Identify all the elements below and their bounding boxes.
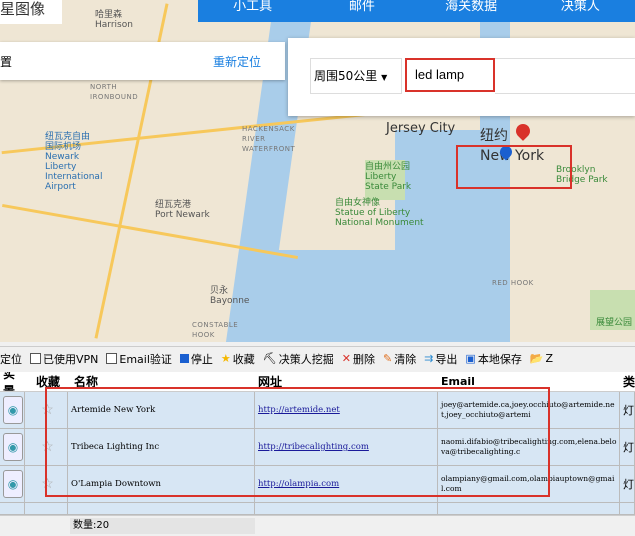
col-header[interactable]: 类 bbox=[620, 372, 635, 391]
export-icon: ⇉ bbox=[424, 352, 434, 365]
map-label: 贝永 Bayonne bbox=[210, 286, 250, 306]
map-label: 纽瓦克自由 国际机场 Newark Liberty International … bbox=[45, 132, 103, 192]
radius-value: 周围50公里 bbox=[314, 69, 378, 83]
nav-item-decision[interactable]: 决策人 bbox=[526, 0, 635, 22]
checkbox-icon bbox=[106, 353, 118, 364]
eraser-icon: ✎ bbox=[382, 352, 393, 365]
nav-item-tools[interactable]: 小工具 bbox=[198, 0, 307, 22]
camera-button[interactable]: ◉ bbox=[3, 396, 23, 424]
relocate-link[interactable]: 重新定位 bbox=[213, 53, 261, 70]
toolbar: 定位 已使用VPN Email验证 停止 ★ 收藏 ⛏ 决策人挖掘 ✕ 删除 ✎ 清除 … bbox=[0, 346, 635, 370]
map-label: HACKENSACK RIVER WATERFRONT bbox=[242, 125, 296, 153]
open-button[interactable]: 📂 Z bbox=[530, 352, 553, 365]
streetview-cell: ◉ bbox=[0, 429, 25, 465]
camera-button[interactable]: ◉ bbox=[3, 470, 23, 498]
map-label: Jersey City bbox=[386, 121, 456, 136]
highlight-box bbox=[456, 145, 572, 189]
keyword-input[interactable]: led lamp bbox=[405, 58, 495, 92]
streetview-cell: ◉ bbox=[0, 466, 25, 502]
search-panel: 周围50公里 ▼ led lamp bbox=[288, 38, 635, 116]
miner-icon: ⛏ bbox=[262, 352, 277, 365]
map-label: NORTH IRONBOUND bbox=[90, 83, 139, 101]
type-cell: 灯 bbox=[620, 392, 635, 428]
streetview-cell: ◉ bbox=[0, 392, 25, 428]
table-row[interactable] bbox=[0, 503, 635, 515]
delete-icon: ✕ bbox=[341, 352, 351, 365]
email-verify-checkbox[interactable]: Email验证 bbox=[106, 351, 172, 367]
locate-label: 定位 bbox=[0, 352, 22, 366]
type-cell: 灯 bbox=[620, 466, 635, 502]
col-header[interactable]: 实景 bbox=[0, 372, 25, 391]
folder-icon: 📂 bbox=[529, 352, 544, 365]
clear-button[interactable]: ✎ 清除 bbox=[383, 351, 416, 367]
map-label: 展望公园 bbox=[596, 318, 633, 328]
input-extension bbox=[495, 58, 635, 94]
map-label: RED HOOK bbox=[492, 279, 534, 287]
local-save-button[interactable]: ▣ 本地保存 bbox=[465, 351, 521, 367]
radius-select[interactable]: 周围50公里 ▼ bbox=[310, 58, 402, 94]
highlight-box bbox=[45, 387, 550, 497]
nav-item-mail[interactable]: 邮件 bbox=[307, 0, 416, 22]
status-bar: 数量:20 bbox=[0, 515, 635, 536]
map-label: 自由女神像 Statue of Liberty National Monumen… bbox=[335, 198, 424, 228]
location-box: 置 重新定位 bbox=[0, 42, 285, 80]
location-text: 置 bbox=[0, 55, 13, 69]
stop-button[interactable]: 停止 bbox=[179, 351, 213, 367]
vpn-checkbox[interactable]: 已使用VPN bbox=[30, 351, 98, 367]
star-icon: ★ bbox=[220, 352, 231, 365]
save-icon: ▣ bbox=[465, 352, 476, 365]
stop-icon bbox=[179, 354, 189, 363]
result-count: 数量:20 bbox=[70, 518, 255, 534]
decision-maker-button[interactable]: ⛏ 决策人挖掘 bbox=[263, 351, 334, 367]
map-label: 自由州公园 Liberty State Park bbox=[365, 162, 412, 192]
favorite-button[interactable]: ★ 收藏 bbox=[221, 351, 255, 367]
brand-title: 星图像 bbox=[0, 0, 62, 24]
checkbox-icon bbox=[30, 353, 41, 364]
map-label: CONSTABLE HOOK bbox=[192, 321, 239, 339]
top-nav: 小工具 邮件 海关数据 决策人 bbox=[198, 0, 635, 22]
delete-button[interactable]: ✕ 删除 bbox=[342, 351, 375, 367]
type-cell: 灯 bbox=[620, 429, 635, 465]
camera-button[interactable]: ◉ bbox=[3, 433, 23, 461]
nav-item-customs[interactable]: 海关数据 bbox=[417, 0, 526, 22]
map-label-harrison: 哈里森 Harrison bbox=[95, 10, 133, 30]
map-label: 纽瓦克港 Port Newark bbox=[155, 200, 210, 220]
dropdown-arrow-icon: ▼ bbox=[381, 73, 388, 82]
export-button[interactable]: ⇉ 导出 bbox=[424, 351, 457, 367]
